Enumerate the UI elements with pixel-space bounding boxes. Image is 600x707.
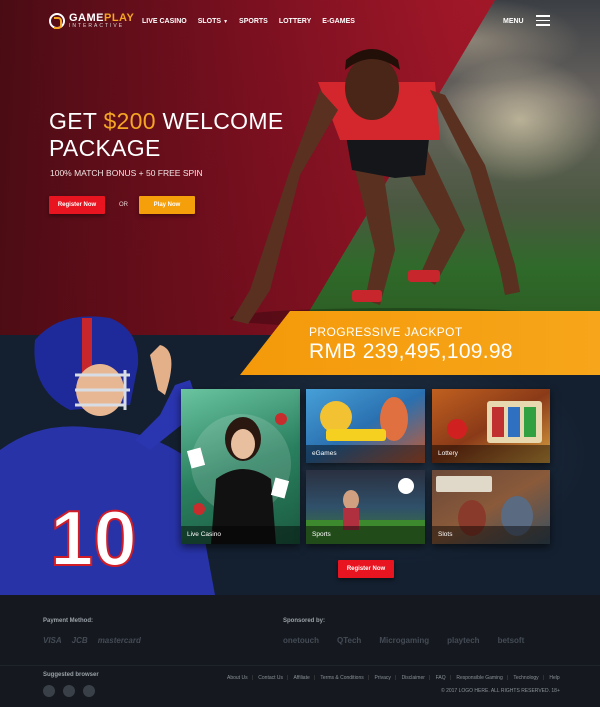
tile-label-egames: eGames xyxy=(306,445,425,463)
sponsor-logos: onetouch QTech Microgaming playtech bets… xyxy=(283,636,524,645)
live-casino-image xyxy=(186,413,291,544)
hero-subline: 100% MATCH BONUS + 50 FREE SPIN xyxy=(50,168,203,178)
footer-link-affiliate[interactable]: Affiliate xyxy=(293,675,309,681)
footer-divider xyxy=(0,665,600,666)
sponsored-by-heading: Sponsored by: xyxy=(283,618,326,624)
firefox-icon[interactable] xyxy=(63,685,75,697)
game-tile-live-casino[interactable]: Live Casino xyxy=(181,389,300,544)
tile-label-slots: Slots xyxy=(432,526,550,544)
suggested-browser-heading: Suggested browser xyxy=(43,672,99,678)
browser-icons xyxy=(43,685,95,697)
chevron-down-icon: ▼ xyxy=(223,19,229,25)
nav-link-slots-label: SLOTS xyxy=(197,18,222,25)
sponsor-logo-qtech: QTech xyxy=(337,636,362,645)
copyright-text: © 2017 LOGO HERE. ALL RIGHTS RESERVED. 1… xyxy=(441,688,560,694)
hero-headline: GET $200 WELCOME PACKAGE xyxy=(49,108,309,162)
footer-links: About Us | Contact Us | Affiliate | Terms &… xyxy=(227,675,560,681)
footer-link-technology[interactable]: Technology xyxy=(513,675,538,681)
mastercard-logo: mastercard xyxy=(97,636,141,645)
sponsor-logo-onetouch: onetouch xyxy=(283,636,319,645)
headline-prefix: GET xyxy=(49,108,104,134)
play-now-button[interactable]: Play Now xyxy=(139,196,195,214)
footer-link-privacy[interactable]: Privacy xyxy=(374,675,390,681)
headline-amount: $200 xyxy=(103,108,156,134)
footer-link-about-us[interactable]: About Us xyxy=(227,675,248,681)
footer-link-contact-us[interactable]: Contact Us xyxy=(258,675,283,681)
footer-link-faq[interactable]: FAQ xyxy=(436,675,446,681)
or-separator: OR xyxy=(119,202,128,208)
logo-icon xyxy=(49,13,65,29)
game-tile-slots[interactable]: Slots xyxy=(432,470,550,544)
game-tile-egames[interactable]: eGames xyxy=(306,389,425,463)
visa-logo: VISA xyxy=(43,636,62,645)
edge-icon[interactable] xyxy=(83,685,95,697)
tile-label-sports: Sports xyxy=(306,526,425,544)
footer-link-disclaimer[interactable]: Disclaimer xyxy=(402,675,425,681)
jackpot-amount: RMB 239,495,109.98 xyxy=(309,340,513,363)
sponsor-logo-playtech: playtech xyxy=(447,636,480,645)
nav-link-sports[interactable]: SPORTS xyxy=(239,18,268,25)
sponsor-logo-microgaming: Microgaming xyxy=(379,636,430,645)
game-tile-sports[interactable]: Sports xyxy=(306,470,425,544)
top-navigation: GAMEPLAY INTERACTIVE LIVE CASINO SLOTS ▼ … xyxy=(0,0,600,44)
logo-tagline: INTERACTIVE xyxy=(69,23,125,29)
tile-label-lottery: Lottery xyxy=(432,445,550,463)
hamburger-menu-icon[interactable] xyxy=(536,15,550,26)
footer-link-responsible-gaming[interactable]: Responsible Gaming xyxy=(456,675,502,681)
chrome-icon[interactable] xyxy=(43,685,55,697)
sponsor-logo-betsoft: betsoft xyxy=(497,636,525,645)
payment-logos: VISA JCB mastercard xyxy=(43,636,141,645)
footer-link-help[interactable]: Help xyxy=(549,675,559,681)
register-now-button[interactable]: Register Now xyxy=(49,196,105,214)
jackpot-title: PROGRESSIVE JACKPOT xyxy=(309,325,463,339)
menu-label[interactable]: MENU xyxy=(503,18,524,25)
footer-link-terms[interactable]: Terms & Conditions xyxy=(320,675,363,681)
game-tile-lottery[interactable]: Lottery xyxy=(432,389,550,463)
svg-text:10: 10 xyxy=(50,494,137,582)
nav-links: LIVE CASINO SLOTS ▼ SPORTS LOTTERY E-GAME… xyxy=(142,18,366,25)
logo[interactable]: GAMEPLAY INTERACTIVE xyxy=(49,13,134,29)
nav-link-lottery[interactable]: LOTTERY xyxy=(279,18,311,25)
payment-method-heading: Payment Method: xyxy=(43,618,94,624)
tile-label-live-casino: Live Casino xyxy=(181,526,300,544)
jcb-logo: JCB xyxy=(71,636,88,645)
nav-link-live-casino[interactable]: LIVE CASINO xyxy=(142,18,187,25)
nav-link-slots[interactable]: SLOTS ▼ xyxy=(198,18,228,25)
nav-link-e-games[interactable]: E-GAMES xyxy=(322,18,355,25)
register-now-button-secondary[interactable]: Register Now xyxy=(338,560,394,578)
